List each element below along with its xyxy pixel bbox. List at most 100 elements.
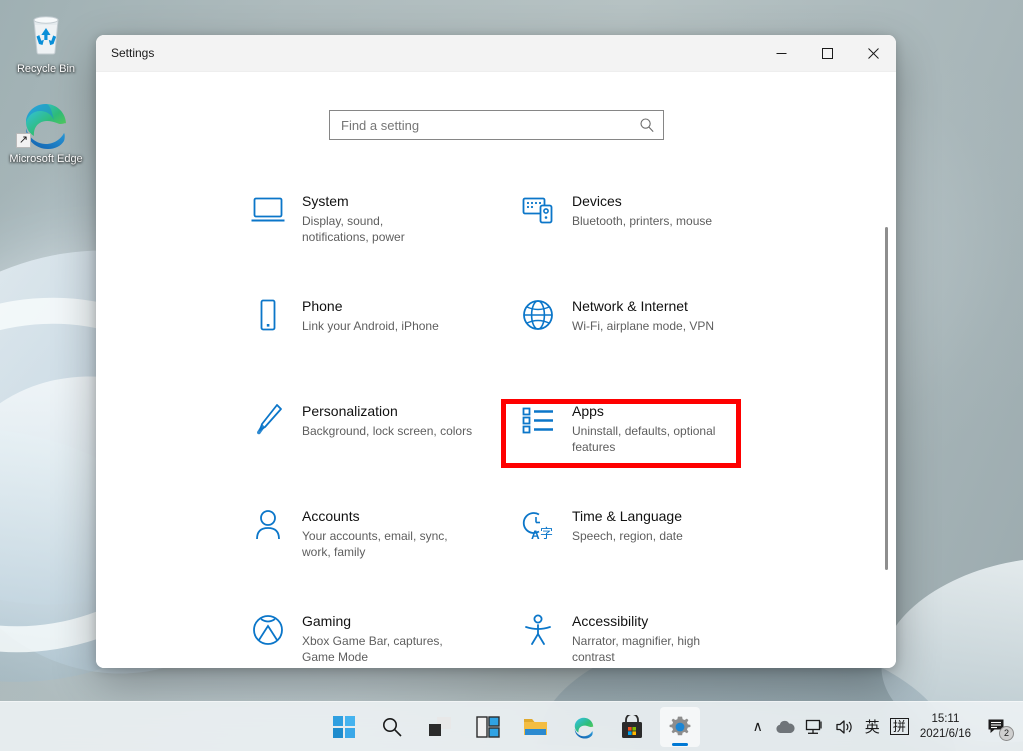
shortcut-arrow-icon: ↗ (16, 133, 31, 148)
search-box[interactable] (329, 110, 664, 140)
category-description: Link your Android, iPhone (302, 318, 439, 334)
taskbar-file-explorer-button[interactable] (516, 707, 556, 747)
tray-ime-language-button[interactable]: 英 (860, 707, 885, 747)
phone-icon (248, 295, 288, 335)
taskbar-start-button[interactable] (324, 707, 364, 747)
tray-onedrive-button[interactable] (770, 707, 800, 747)
category-title: Gaming (302, 612, 452, 630)
settings-category-accounts[interactable]: Accounts Your accounts, email, sync, wor… (248, 502, 518, 607)
taskbar-microsoft-store-button[interactable] (612, 707, 652, 747)
category-title: Devices (572, 192, 712, 210)
volume-icon (835, 718, 855, 736)
category-description: Background, lock screen, colors (302, 423, 472, 439)
settings-category-devices[interactable]: Devices Bluetooth, printers, mouse (518, 187, 788, 292)
taskbar-notification-center-button[interactable]: 2 (981, 707, 1015, 747)
ime-language-label: 英 (865, 716, 880, 737)
desktop-icon-label: Microsoft Edge (9, 153, 82, 165)
minimize-icon (776, 48, 787, 59)
category-title: System (302, 192, 452, 210)
clock-language-icon: A 字 (518, 505, 558, 545)
chevron-up-icon: ∧ (753, 718, 763, 735)
globe-icon (518, 295, 558, 335)
maximize-button[interactable] (804, 35, 850, 72)
taskbar-task-view-button[interactable] (420, 707, 460, 747)
settings-category-personalization[interactable]: Personalization Background, lock screen,… (248, 397, 518, 502)
category-description: Wi-Fi, airplane mode, VPN (572, 318, 714, 334)
settings-body: System Display, sound, notifications, po… (96, 72, 896, 668)
file-explorer-icon (523, 716, 549, 738)
desktop[interactable]: Recycle Bin ↗ (0, 0, 1023, 751)
taskbar-edge-button[interactable] (564, 707, 604, 747)
system-tray: ∧ (746, 702, 1015, 751)
onedrive-cloud-icon (775, 719, 795, 735)
category-description: Display, sound, notifications, power (302, 213, 452, 245)
category-title: Personalization (302, 402, 472, 420)
devices-icon (518, 190, 558, 230)
minimize-button[interactable] (758, 35, 804, 72)
close-button[interactable] (850, 35, 896, 72)
clock-date: 2021/6/16 (920, 727, 971, 742)
category-title: Accessibility (572, 612, 722, 630)
category-description: Speech, region, date (572, 528, 683, 544)
widgets-icon (476, 716, 500, 738)
network-icon (805, 718, 825, 736)
task-view-icon (428, 716, 452, 738)
svg-text:A: A (531, 528, 540, 541)
desktop-icon-microsoft-edge[interactable]: ↗ Microsoft Edge (6, 98, 86, 166)
category-description: Narrator, magnifier, high contrast (572, 633, 722, 665)
taskbar-settings-button[interactable] (660, 707, 700, 747)
paintbrush-icon (248, 400, 288, 440)
settings-category-system[interactable]: System Display, sound, notifications, po… (248, 187, 518, 292)
close-icon (868, 48, 879, 59)
category-description: Bluetooth, printers, mouse (572, 213, 712, 229)
taskbar-center-group (324, 707, 700, 747)
tray-volume-button[interactable] (830, 707, 860, 747)
category-title: Network & Internet (572, 297, 714, 315)
recycle-bin-icon (6, 8, 86, 60)
settings-window[interactable]: Settings (96, 35, 896, 668)
microsoft-store-icon (621, 715, 643, 739)
ime-mode-label: 拼 (890, 718, 909, 735)
taskbar[interactable]: ∧ (0, 701, 1023, 751)
category-description: Your accounts, email, sync, work, family (302, 528, 452, 560)
search-icon (381, 716, 403, 738)
microsoft-edge-icon: ↗ (6, 98, 86, 150)
tray-show-hidden-icons-button[interactable]: ∧ (746, 707, 770, 747)
notification-badge: 2 (999, 726, 1014, 741)
clock-time: 15:11 (920, 712, 971, 727)
search-icon[interactable] (639, 117, 655, 133)
scrollbar-thumb[interactable] (885, 227, 888, 570)
taskbar-clock[interactable]: 15:11 2021/6/16 (914, 712, 981, 742)
maximize-icon (822, 48, 833, 59)
category-title: Time & Language (572, 507, 683, 525)
taskbar-search-button[interactable] (372, 707, 412, 747)
taskbar-widgets-button[interactable] (468, 707, 508, 747)
window-titlebar[interactable]: Settings (96, 35, 896, 72)
tray-network-button[interactable] (800, 707, 830, 747)
search-input[interactable] (341, 118, 639, 133)
microsoft-edge-icon (572, 715, 596, 739)
search-area (329, 110, 664, 140)
category-title: Accounts (302, 507, 452, 525)
gear-icon (668, 715, 692, 739)
xbox-icon (248, 610, 288, 650)
svg-text:字: 字 (540, 527, 553, 541)
settings-category-accessibility[interactable]: Accessibility Narrator, magnifier, high … (518, 607, 788, 668)
window-controls (758, 35, 896, 72)
list-icon (518, 400, 558, 440)
settings-category-gaming[interactable]: Gaming Xbox Game Bar, captures, Game Mod… (248, 607, 518, 668)
monitor-icon (248, 190, 288, 230)
category-description: Xbox Game Bar, captures, Game Mode (302, 633, 452, 665)
settings-category-phone[interactable]: Phone Link your Android, iPhone (248, 292, 518, 397)
accessibility-icon (518, 610, 558, 650)
settings-scrollbar[interactable] (879, 72, 893, 668)
desktop-icon-label: Recycle Bin (17, 63, 75, 75)
settings-category-time-language[interactable]: A 字 Time & Language Speech, region, date (518, 502, 788, 607)
tray-ime-mode-button[interactable]: 拼 (885, 707, 914, 747)
desktop-icon-recycle-bin[interactable]: Recycle Bin (6, 8, 86, 76)
settings-category-network-internet[interactable]: Network & Internet Wi-Fi, airplane mode,… (518, 292, 788, 397)
settings-category-apps[interactable]: Apps Uninstall, defaults, optional featu… (518, 397, 788, 502)
settings-category-grid: System Display, sound, notifications, po… (96, 187, 896, 668)
category-title: Apps (572, 402, 722, 420)
windows-logo-icon (333, 716, 355, 738)
